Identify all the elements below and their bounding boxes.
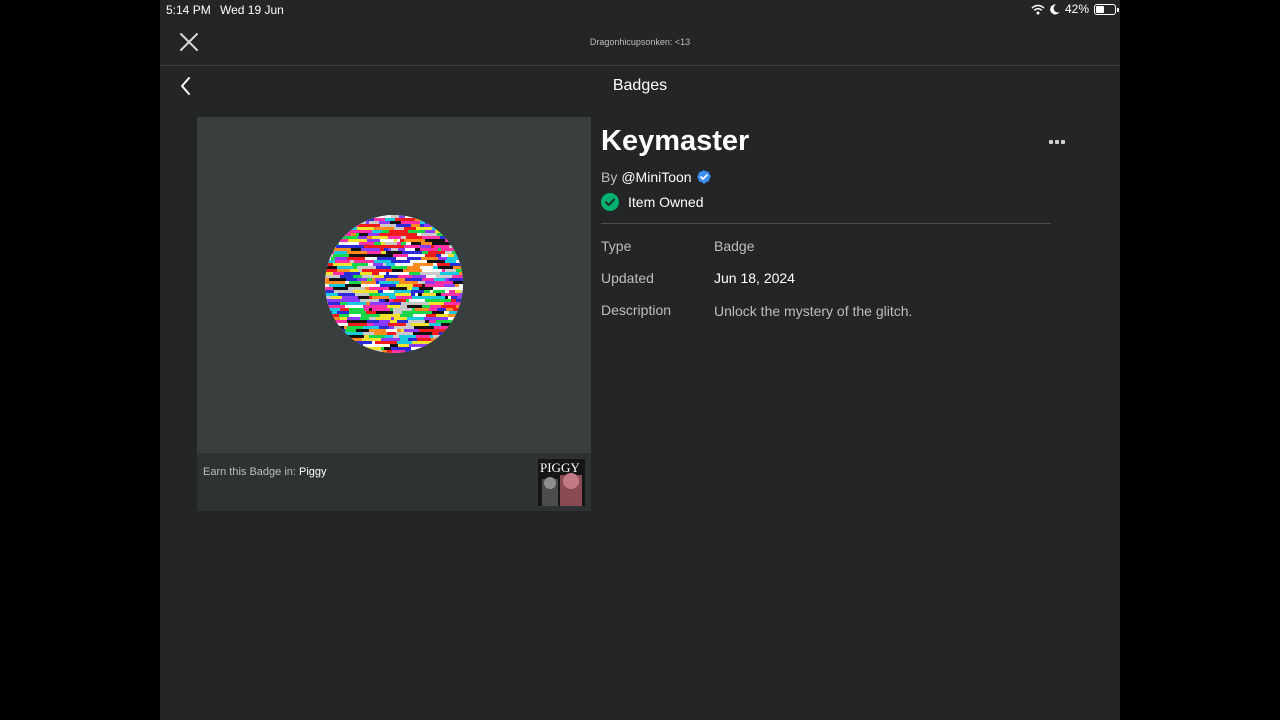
detail-value: Badge	[714, 238, 755, 254]
game-thumbnail[interactable]: PIGGY	[538, 459, 585, 506]
detail-value: Jun 18, 2024	[714, 270, 795, 286]
status-bar: 5:14 PM Wed 19 Jun 42%	[0, 0, 1280, 18]
nav-bar: Badges	[160, 66, 1120, 106]
detail-value: Unlock the mystery of the glitch.	[714, 303, 913, 319]
status-right: 42%	[1031, 2, 1119, 16]
moon-icon	[1050, 3, 1060, 14]
item-owned-status: Item Owned	[601, 193, 703, 211]
badge-thumbnail-area	[197, 117, 591, 453]
creator-line: By @MiniToon	[601, 169, 712, 185]
detail-label: Type	[601, 238, 632, 254]
page-title: Badges	[612, 77, 668, 94]
badge-thumbnail-panel: Earn this Badge in: Piggy PIGGY	[197, 117, 591, 511]
earn-badge-row: Earn this Badge in: Piggy PIGGY	[197, 453, 591, 511]
detail-label: Description	[601, 302, 672, 318]
checkmark-circle-icon	[601, 193, 619, 211]
status-date: Wed 19 Jun	[220, 3, 284, 17]
creator-link[interactable]: @MiniToon	[621, 169, 691, 185]
battery-icon	[1094, 3, 1119, 15]
status-time: 5:14 PM	[166, 3, 211, 17]
top-bar: Dragonhicupsonken: <13	[160, 18, 1120, 66]
badge-name: Keymaster	[601, 125, 750, 157]
letterbox-right	[1120, 0, 1280, 720]
by-label: By	[601, 169, 618, 185]
badge-image	[325, 215, 463, 353]
username-label: Dragonhicupsonken: <13	[589, 37, 691, 47]
divider	[601, 223, 1051, 224]
battery-fill	[1096, 5, 1104, 13]
battery-percent: 42%	[1064, 2, 1089, 16]
earn-badge-text: Earn this Badge in: Piggy	[203, 466, 327, 478]
more-options-icon[interactable]	[1049, 137, 1067, 147]
wifi-icon	[1031, 4, 1045, 14]
owned-label: Item Owned	[628, 194, 704, 210]
game-link[interactable]: Piggy	[299, 466, 327, 478]
letterbox-left	[0, 0, 160, 720]
detail-label: Updated	[601, 270, 654, 286]
roblox-screen: Dragonhicupsonken: <13 Badges Earn this …	[160, 0, 1120, 720]
earn-badge-label: Earn this Badge in:	[203, 466, 296, 478]
verified-icon	[696, 170, 711, 184]
game-thumb-title: PIGGY	[540, 460, 580, 475]
